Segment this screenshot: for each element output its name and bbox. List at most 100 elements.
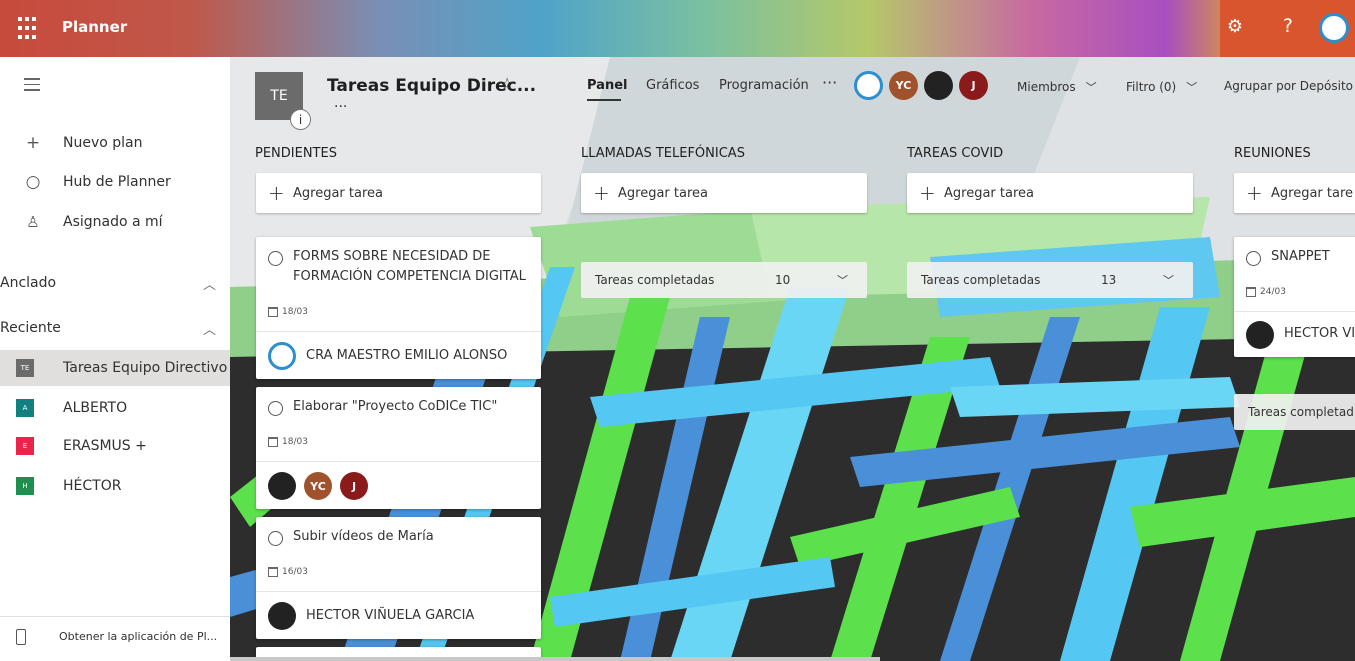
task-title: FORMS SOBRE NECESIDAD DE FORMACIÓN COMPE… bbox=[293, 247, 526, 287]
hamburger-menu-icon[interactable] bbox=[24, 78, 40, 95]
members-dropdown[interactable]: Miembros ﹀ bbox=[1017, 79, 1097, 95]
sidebar-item-planner-hub[interactable]: ○ Hub de Planner bbox=[0, 165, 230, 199]
assignee-name: HECTOR VIÑUELA GARCIA bbox=[306, 608, 475, 623]
task-card[interactable]: FORMS SOBRE NECESIDAD DE FORMACIÓN COMPE… bbox=[256, 237, 541, 379]
horizontal-scrollbar[interactable] bbox=[230, 657, 880, 661]
member-avatar-cra[interactable] bbox=[854, 71, 883, 100]
completed-count: 10 bbox=[775, 273, 791, 287]
board: TE i Tareas Equipo Direc... ☆ ... Panel … bbox=[230, 57, 1355, 661]
assignee-avatar[interactable] bbox=[268, 602, 296, 630]
bucket-title[interactable]: PENDIENTES bbox=[255, 146, 337, 161]
assignee-name: HECTOR VI bbox=[1284, 326, 1355, 341]
calendar-icon bbox=[268, 567, 278, 577]
sidebar-plan-erasmus[interactable]: E ERASMUS + bbox=[0, 428, 230, 464]
assignee-avatar[interactable] bbox=[268, 342, 296, 370]
sidebar-item-new-plan[interactable]: + Nuevo plan bbox=[0, 126, 230, 160]
member-avatar-j[interactable]: J bbox=[959, 71, 988, 100]
member-avatar-hector[interactable] bbox=[924, 71, 953, 100]
help-icon[interactable]: ? bbox=[1283, 15, 1293, 37]
due-date: 16/03 bbox=[268, 567, 308, 577]
completed-label: Tareas completadas bbox=[595, 273, 715, 287]
task-card[interactable]: Elaborar "Proyecto CoDICe TIC" 18/03 YC … bbox=[256, 387, 541, 509]
bucket-title[interactable]: LLAMADAS TELEFÓNICAS bbox=[581, 146, 745, 161]
plus-icon: + bbox=[25, 133, 41, 153]
complete-task-circle-icon[interactable] bbox=[1246, 251, 1261, 266]
calendar-icon bbox=[1246, 287, 1256, 297]
add-task-button[interactable]: + Agregar tarea bbox=[256, 173, 541, 213]
chevron-down-icon: ﹀ bbox=[1085, 81, 1097, 94]
plan-more-dots[interactable]: ... bbox=[334, 95, 347, 111]
add-task-button[interactable]: + Agregar tare bbox=[1234, 173, 1355, 213]
plan-badge: A bbox=[16, 399, 34, 417]
plan-label: HÉCTOR bbox=[63, 478, 122, 494]
plan-badge: E bbox=[16, 437, 34, 455]
pin-icon[interactable]: ☆ bbox=[500, 74, 514, 93]
settings-gear-icon[interactable]: ⚙ bbox=[1227, 16, 1243, 37]
complete-task-circle-icon[interactable] bbox=[268, 251, 283, 266]
pinned-section-header[interactable]: Anclado ︿ bbox=[0, 274, 230, 293]
app-launcher-icon[interactable] bbox=[18, 17, 42, 41]
chevron-up-icon[interactable]: ︿ bbox=[203, 274, 216, 293]
app-name[interactable]: Planner bbox=[62, 18, 127, 36]
recent-section-header[interactable]: Reciente ︿ bbox=[0, 319, 230, 338]
completed-label: Tareas completadas bbox=[921, 273, 1041, 287]
plus-icon: + bbox=[593, 181, 610, 205]
more-tabs-icon[interactable]: ··· bbox=[822, 73, 837, 92]
completed-tasks-toggle[interactable]: Tareas completad bbox=[1234, 394, 1355, 430]
get-app-link[interactable]: Obtener la aplicación de Pl... bbox=[0, 616, 230, 656]
assignee-avatar[interactable] bbox=[268, 472, 296, 500]
plus-icon: + bbox=[268, 181, 285, 205]
sidebar-plan-alberto[interactable]: A ALBERTO bbox=[0, 390, 230, 426]
card-footer: YC J bbox=[256, 461, 541, 509]
add-task-label: Agregar tarea bbox=[618, 185, 708, 201]
tab-panel[interactable]: Panel bbox=[587, 78, 627, 93]
due-date-text: 18/03 bbox=[282, 437, 308, 447]
complete-task-circle-icon[interactable] bbox=[268, 401, 283, 416]
top-bar: Planner ⚙ ? bbox=[0, 0, 1355, 57]
add-task-button[interactable]: + Agregar tarea bbox=[581, 173, 867, 213]
card-footer: HECTOR VI bbox=[1234, 311, 1355, 357]
hub-circle-icon: ○ bbox=[25, 172, 41, 192]
sidebar-item-assigned-to-me[interactable]: ♙ Asignado a mí bbox=[0, 205, 230, 239]
chevron-up-icon[interactable]: ︿ bbox=[203, 319, 216, 338]
tab-programacion[interactable]: Programación bbox=[719, 78, 809, 93]
add-task-label: Agregar tare bbox=[1271, 185, 1354, 201]
task-card[interactable]: Subir vídeos de María 16/03 HECTOR VIÑUE… bbox=[256, 517, 541, 639]
section-label: Reciente bbox=[0, 320, 61, 336]
assignee-avatar[interactable] bbox=[1246, 321, 1274, 349]
chevron-down-icon: ﹀ bbox=[837, 274, 848, 287]
add-task-button[interactable]: + Agregar tarea bbox=[907, 173, 1193, 213]
complete-task-circle-icon[interactable] bbox=[268, 531, 283, 546]
member-avatar-yc[interactable]: YC bbox=[889, 71, 918, 100]
assignee-name: CRA MAESTRO EMILIO ALONSO bbox=[306, 348, 508, 363]
chevron-down-icon: ﹀ bbox=[1163, 274, 1174, 287]
group-by-dropdown[interactable]: Agrupar por Depósito bbox=[1224, 79, 1353, 93]
bucket-title[interactable]: TAREAS COVID bbox=[907, 146, 1003, 161]
filter-label: Filtro (0) bbox=[1126, 80, 1177, 94]
due-date: 18/03 bbox=[268, 307, 308, 317]
plus-icon: + bbox=[919, 181, 936, 205]
sidebar-plan-tareas-equipo-directivo[interactable]: TE Tareas Equipo Directivo bbox=[0, 350, 230, 386]
completed-tasks-toggle[interactable]: Tareas completadas 10 ﹀ bbox=[581, 262, 867, 298]
filter-dropdown[interactable]: Filtro (0) ﹀ bbox=[1126, 79, 1197, 95]
task-card[interactable]: SNAPPET 24/03 HECTOR VI bbox=[1234, 237, 1355, 357]
sidebar: + Nuevo plan ○ Hub de Planner ♙ Asignado… bbox=[0, 57, 230, 661]
bucket-title[interactable]: REUNIONES bbox=[1234, 146, 1311, 161]
info-icon[interactable]: i bbox=[290, 109, 311, 130]
account-avatar[interactable] bbox=[1319, 13, 1349, 43]
task-title: Subir vídeos de María bbox=[293, 529, 434, 544]
chevron-down-icon: ﹀ bbox=[1186, 81, 1198, 94]
due-date: 24/03 bbox=[1246, 287, 1286, 297]
tab-graficos[interactable]: Gráficos bbox=[646, 78, 699, 93]
phone-icon bbox=[16, 629, 26, 645]
due-date-text: 18/03 bbox=[282, 307, 308, 317]
assignee-avatar[interactable]: J bbox=[340, 472, 368, 500]
plan-badge: TE bbox=[16, 359, 34, 377]
completed-tasks-toggle[interactable]: Tareas completadas 13 ﹀ bbox=[907, 262, 1193, 298]
sidebar-plan-hector[interactable]: H HÉCTOR bbox=[0, 468, 230, 504]
due-date-text: 16/03 bbox=[282, 567, 308, 577]
add-task-label: Agregar tarea bbox=[944, 185, 1034, 201]
group-label: Agrupar por Depósito bbox=[1224, 79, 1354, 93]
plan-badge: H bbox=[16, 477, 34, 495]
assignee-avatar[interactable]: YC bbox=[304, 472, 332, 500]
